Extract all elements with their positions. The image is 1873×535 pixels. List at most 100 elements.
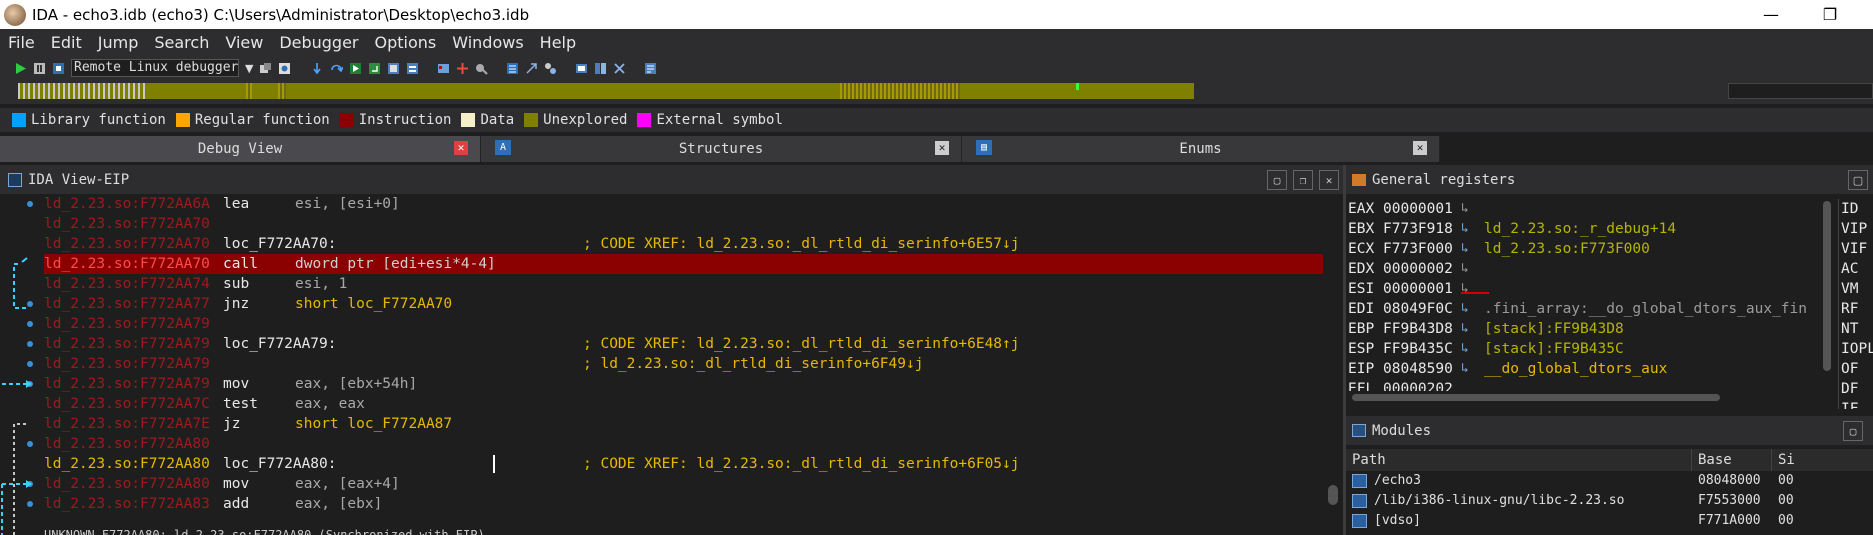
register-row[interactable]: EDX 00000002 ↳ (1346, 259, 1836, 279)
register-value[interactable]: 08049F0C (1383, 299, 1453, 319)
float-window-icon[interactable]: ▢ (1843, 421, 1863, 441)
disasm-line[interactable]: ld_2.23.so:F772AA7E jz short loc_F772AA87 (44, 414, 1323, 434)
attach-icon[interactable] (259, 62, 272, 75)
register-value[interactable]: 00000202 (1383, 379, 1453, 391)
stop-icon[interactable] (52, 62, 65, 75)
disasm-line[interactable]: ld_2.23.so:F772AA79 (44, 314, 1323, 334)
register-value[interactable]: FF9B435C (1383, 339, 1453, 359)
segments-icon[interactable] (575, 62, 588, 75)
general-registers-panel[interactable]: EAX 00000001 ↳ EBX F773F918 ↳ ld_2.23.so:_r_d… (1346, 199, 1836, 409)
detach-icon[interactable] (278, 62, 291, 75)
disassembly-scrollbar[interactable] (1323, 194, 1343, 535)
disasm-line[interactable]: ld_2.23.so:F772AA83 add eax, [ebx] (44, 494, 1323, 514)
disasm-line[interactable]: ld_2.23.so:F772AA80 loc_F772AA80: ; CODE X… (44, 454, 1323, 474)
tab-debug-view[interactable]: Debug View ✕ (0, 136, 481, 162)
register-row[interactable]: EAX 00000001 ↳ (1346, 199, 1836, 219)
tracing-options-icon[interactable] (475, 62, 489, 75)
menu-help[interactable]: Help (532, 33, 584, 52)
scrollbar-thumb[interactable] (1352, 394, 1720, 401)
disasm-line[interactable]: ld_2.23.so:F772AA79 loc_F772AA79: ; CODE X… (44, 334, 1323, 354)
restore-window-icon[interactable]: ❐ (1293, 170, 1313, 190)
register-row[interactable]: EFL 00000202 (1346, 379, 1836, 391)
register-row[interactable]: EDI 08049F0C ↳ .fini_array:__do_global_dtor… (1346, 299, 1836, 319)
disasm-line[interactable]: ld_2.23.so:F772AA77 jnz short loc_F772AA70 (44, 294, 1323, 314)
tab-structures[interactable]: A Structures ✕ (481, 136, 962, 162)
minimize-button[interactable]: — (1748, 0, 1794, 29)
jump-arrow-icon[interactable]: ↳ (1461, 319, 1469, 339)
scrollbar-thumb[interactable] (1823, 201, 1831, 371)
table-row[interactable]: [vdso] F771A000 00 (1346, 511, 1873, 535)
register-row[interactable]: ESI 00000001 ↳ (1346, 279, 1836, 299)
current-instruction-line[interactable]: ld_2.23.so:F772AA70 call dword ptr [edi+es… (44, 254, 1323, 274)
play-icon[interactable] (14, 62, 27, 75)
close-icon[interactable]: ✕ (1319, 170, 1339, 190)
menu-file[interactable]: File (0, 33, 43, 52)
menu-search[interactable]: Search (146, 33, 217, 52)
register-row[interactable]: EBX F773F918 ↳ ld_2.23.so:_r_debug+14 (1346, 219, 1836, 239)
step-over-icon[interactable] (330, 62, 344, 75)
menu-jump[interactable]: Jump (90, 33, 147, 52)
disasm-line[interactable]: ld_2.23.so:F772AA7C test eax, eax (44, 394, 1323, 414)
jump-arrow-icon[interactable]: ↳ (1461, 199, 1469, 219)
thread-list-icon[interactable] (506, 62, 519, 75)
column-path[interactable]: Path (1346, 449, 1692, 471)
menu-view[interactable]: View (217, 33, 271, 52)
disasm-line[interactable]: ld_2.23.so:F772AA80 mov eax, [eax+4] (44, 474, 1323, 494)
disassembly-listing[interactable]: ld_2.23.so:F772AA6A lea esi, [esi+0] ld_2.… (44, 194, 1323, 529)
float-window-icon[interactable]: ▢ (1267, 170, 1287, 190)
float-window-icon[interactable]: ▢ (1848, 170, 1868, 190)
disasm-line[interactable]: ld_2.23.so:F772AA74 sub esi, 1 (44, 274, 1323, 294)
disasm-line[interactable]: ld_2.23.so:F772AA79 ; ld_2.23.so:_dl_rtld… (44, 354, 1323, 374)
step-into-icon[interactable] (311, 62, 324, 75)
register-value[interactable]: 00000001 (1383, 199, 1453, 219)
navigation-strip[interactable] (18, 83, 1194, 99)
register-value[interactable]: 00000002 (1383, 259, 1453, 279)
column-base[interactable]: Base (1692, 449, 1772, 471)
menu-windows[interactable]: Windows (444, 33, 531, 52)
register-target[interactable]: .fini_array:__do_global_dtors_aux_fin (1484, 299, 1807, 319)
memory-icon[interactable] (544, 62, 557, 75)
registers-scrollbar[interactable] (1820, 199, 1834, 374)
register-value[interactable]: 08048590 (1383, 359, 1453, 379)
close-icon[interactable]: ✕ (935, 141, 949, 155)
scrollbar-thumb[interactable] (1328, 485, 1338, 505)
disasm-line[interactable]: ld_2.23.so:F772AA70 (44, 214, 1323, 234)
register-target[interactable]: [stack]:FF9B435C (1484, 339, 1624, 359)
jump-arrow-icon[interactable]: ↳ (1461, 299, 1469, 319)
jump-arrow-icon[interactable]: ↳ (1461, 339, 1469, 359)
jump-arrow-icon[interactable]: ↳ (1461, 259, 1469, 279)
add-breakpoint-icon[interactable] (456, 62, 469, 75)
modules-icon[interactable] (594, 62, 607, 75)
run-to-cursor-icon[interactable] (349, 62, 362, 75)
register-row[interactable]: ESP FF9B435C ↳ [stack]:FF9B435C (1346, 339, 1836, 359)
tab-enums[interactable]: ▤ Enums ✕ (962, 136, 1440, 162)
disasm-line[interactable]: ld_2.23.so:F772AA79 mov eax, [ebx+54h] (44, 374, 1323, 394)
register-target[interactable]: __do_global_dtors_aux (1484, 359, 1667, 379)
register-value[interactable]: 00000001 (1383, 279, 1453, 299)
register-value[interactable]: FF9B43D8 (1383, 319, 1453, 339)
register-row[interactable]: EBP FF9B43D8 ↳ [stack]:FF9B43D8 (1346, 319, 1836, 339)
menu-debugger[interactable]: Debugger (271, 33, 366, 52)
register-row[interactable]: EIP 08048590 ↳ __do_global_dtors_aux (1346, 359, 1836, 379)
registers-icon[interactable] (644, 62, 657, 75)
column-size[interactable]: Si (1772, 449, 1873, 471)
jump-arrow-icon[interactable]: ↳ (1461, 359, 1469, 379)
disasm-line[interactable]: ld_2.23.so:F772AA80 (44, 434, 1323, 454)
menu-edit[interactable]: Edit (43, 33, 90, 52)
chevron-down-icon[interactable]: ▼ (245, 62, 253, 75)
close-icon[interactable]: ✕ (454, 141, 468, 155)
restore-button[interactable]: ❐ (1807, 0, 1853, 29)
register-target[interactable]: [stack]:FF9B43D8 (1484, 319, 1624, 339)
jump-arrow-icon[interactable]: ↳ (1461, 279, 1469, 299)
navigation-band[interactable] (0, 80, 1873, 104)
disasm-line[interactable]: ld_2.23.so:F772AA70 loc_F772AA70: ; CODE X… (44, 234, 1323, 254)
jump-arrow-icon[interactable]: ↳ (1461, 239, 1469, 259)
stack-trace-icon[interactable] (525, 62, 538, 75)
register-target[interactable]: ld_2.23.so:F773F000 (1484, 239, 1650, 259)
register-value[interactable]: F773F000 (1383, 239, 1453, 259)
register-target[interactable]: ld_2.23.so:_r_debug+14 (1484, 219, 1676, 239)
registers-hscrollbar[interactable] (1352, 392, 1720, 402)
step-out-icon[interactable] (368, 62, 381, 75)
menu-options[interactable]: Options (367, 33, 445, 52)
pause-icon[interactable] (33, 62, 46, 75)
